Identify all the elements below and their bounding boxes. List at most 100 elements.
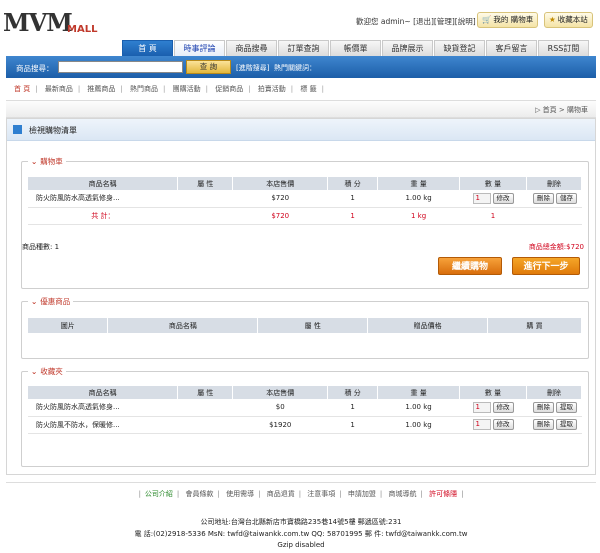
col-name: 商品名稱: [28, 177, 179, 190]
cart-item-points: 1: [327, 190, 378, 208]
col-attr: 屬 性: [177, 177, 234, 190]
take-button[interactable]: 提取: [555, 401, 577, 413]
footer-link[interactable]: 許可條隱: [429, 490, 457, 498]
cart-item-actions: 刪除 儲存: [526, 190, 582, 208]
cart-section: ⌄ 購物車 商品名稱 屬 性 本店售價 積 分 重 量 數 量 刪除 防火防風防水…: [21, 156, 589, 289]
welcome-text: 歡迎您 admin~: [356, 17, 411, 26]
page: MVM MALL 歡迎您 admin~ [退出][管理][說明] 🛒 我的 購物車…: [0, 0, 600, 553]
subnav-new[interactable]: 最新商品: [45, 85, 73, 93]
tab-brands[interactable]: 品牌展示: [382, 40, 433, 56]
admin-link[interactable]: [管理]: [434, 17, 455, 26]
delete-button[interactable]: 刪除: [533, 192, 554, 204]
cart-table: 商品名稱 屬 性 本店售價 積 分 重 量 數 量 刪除 防火防風防水高透氣修身…: [28, 177, 582, 225]
subnav-promo[interactable]: 促銷商品: [215, 85, 243, 93]
fav-item-name[interactable]: 防火防風防水高透氣修身...: [28, 399, 178, 417]
offer-title-text: 優惠商品: [40, 297, 71, 306]
footer-link[interactable]: 公司介紹: [145, 490, 173, 498]
search-label: 商品搜尋：: [16, 64, 54, 73]
subnav-groupbuy[interactable]: 團購活動: [173, 85, 201, 93]
total-price: $720: [232, 207, 328, 225]
footer-gzip: Gzip disabled: [277, 541, 325, 549]
cart-panel: 檢視購物清單 ⌄ 購物車 商品名稱 屬 性 本店售價 積 分 重 量 數 量 刪除…: [6, 118, 596, 475]
take-button[interactable]: 提取: [555, 419, 577, 430]
footer-link[interactable]: 注意事項: [307, 490, 335, 498]
subnav-hot[interactable]: 熱門商品: [130, 85, 158, 93]
continue-shopping-button[interactable]: 繼續購物: [438, 257, 502, 275]
tab-search[interactable]: 商品搜尋: [226, 40, 277, 56]
subnav-home[interactable]: 首 頁: [14, 85, 30, 93]
favorites-table: 商品名稱 屬 性 本店售價 積 分 重 量 數 量 刪除 防火防風防水高透氣修身…: [28, 386, 583, 434]
delete-button[interactable]: 刪除: [532, 401, 554, 413]
favorites-title-text: 收藏夾: [40, 367, 63, 376]
help-link[interactable]: [說明]: [455, 17, 476, 26]
logout-link[interactable]: [退出]: [413, 17, 434, 26]
offer-table: 圖片 商品名稱 屬 性 贈品價格 購 買: [28, 318, 582, 333]
col-delete: 刪除: [526, 386, 583, 399]
col-buy: 購 買: [487, 318, 582, 333]
qty-input[interactable]: 1: [472, 192, 491, 204]
cart-title-text: 購物車: [40, 157, 63, 166]
update-qty-button[interactable]: 修改: [492, 401, 514, 413]
main-nav-tabs: 首 頁 時事評論 商品搜尋 訂單查詢 帳價單 品牌展示 缺貨登記 客戶留言 RS…: [122, 40, 590, 56]
tab-home[interactable]: 首 頁: [122, 40, 173, 56]
search-input[interactable]: [58, 61, 183, 73]
delete-button[interactable]: 刪除: [532, 419, 554, 430]
search-bar: 商品搜尋： 查 詢 [進階搜尋] 熱門關鍵詞：: [6, 56, 596, 78]
hot-keywords-label: 熱門關鍵詞：: [274, 64, 316, 72]
next-step-button[interactable]: 進行下一步: [512, 257, 580, 275]
total-amount: 商品總金額:$720: [528, 243, 584, 251]
site-logo[interactable]: MVM MALL: [3, 8, 103, 40]
tab-orders[interactable]: 訂單查詢: [278, 40, 329, 56]
fav-qty-cell: 1 修改: [459, 399, 527, 417]
tab-bill[interactable]: 帳價單: [330, 40, 381, 56]
tab-message[interactable]: 客戶留言: [486, 40, 537, 56]
col-points: 積 分: [327, 386, 379, 399]
search-button[interactable]: 查 詢: [186, 60, 231, 74]
subnav-recommend[interactable]: 推薦商品: [87, 85, 115, 93]
sub-nav: 首 頁 | 最新商品 | 推薦商品 | 熱門商品 | 團購活動 | 促銷商品 | 拍賣活動 |…: [14, 85, 324, 93]
footer: | 公司介紹 | 會員條款 | 使用需導 | 商品退貨 | 注意事項 | 申請加盟 | 商城導…: [6, 482, 596, 553]
total-qty: 1: [459, 207, 527, 225]
footer-link[interactable]: 商品退貨: [267, 490, 295, 498]
footer-address: 公司地址:台灣台北縣新店市寶橋路235巷14號5樓 郵遞區號:231: [200, 518, 402, 526]
subnav-auction[interactable]: 拍賣活動: [258, 85, 286, 93]
cart-total-row: 共 計： $720 1 1 kg 1: [28, 207, 582, 225]
update-qty-button[interactable]: 修改: [492, 192, 514, 204]
total-weight: 1 kg: [377, 207, 460, 225]
chevron-down-icon: ⌄: [31, 157, 38, 166]
footer-contact: 電 話:(02)2918-5336 MsN: twfd@taiwankk.com…: [134, 530, 468, 538]
qty-input[interactable]: 1: [472, 419, 491, 430]
breadcrumb-text[interactable]: ▷ 首頁 > 購物車: [535, 105, 588, 115]
fav-item-weight: 1.00 kg: [377, 416, 460, 434]
tab-stockout[interactable]: 缺貨登記: [434, 40, 485, 56]
fav-item-name[interactable]: 防火防風不防水，保暖修...: [28, 416, 178, 434]
fav-item-points: 1: [327, 416, 378, 434]
panel-header: 檢視購物清單: [7, 119, 595, 141]
footer-links: | 公司介紹 | 會員條款 | 使用需導 | 商品退貨 | 注意事項 | 申請加盟 | 商城導…: [138, 490, 464, 498]
advanced-search-link[interactable]: [進階搜尋]: [236, 63, 269, 73]
footer-link[interactable]: 會員條款: [186, 490, 214, 498]
subnav-tags[interactable]: 標 籤: [300, 85, 316, 93]
my-cart-button[interactable]: 🛒 我的 購物車: [477, 12, 539, 28]
bookmark-button[interactable]: ★ 收藏本站: [544, 12, 593, 28]
footer-link[interactable]: 申請加盟: [348, 490, 376, 498]
save-button[interactable]: 儲存: [556, 192, 577, 204]
col-qty: 數 量: [459, 177, 527, 190]
total-points: 1: [327, 207, 378, 225]
footer-link[interactable]: 商城導航: [388, 490, 416, 498]
bookmark-label: 收藏本站: [557, 15, 588, 24]
tab-news[interactable]: 時事評論: [174, 40, 225, 56]
qty-input[interactable]: 1: [472, 401, 491, 413]
footer-link[interactable]: 使用需導: [226, 490, 254, 498]
cart-item-name[interactable]: 防火防風防水高透氣修身...: [28, 190, 178, 208]
offer-section: ⌄ 優惠商品 圖片 商品名稱 屬 性 贈品價格 購 買: [21, 296, 589, 359]
tab-rss[interactable]: RSS訂閱: [538, 40, 589, 56]
breadcrumb: ▷ 首頁 > 購物車: [6, 100, 596, 118]
update-qty-button[interactable]: 修改: [492, 419, 514, 430]
col-name: 商品名稱: [107, 318, 259, 333]
cart-item-price: $720: [232, 190, 328, 208]
col-price: 本店售價: [232, 386, 329, 399]
panel-icon: [13, 125, 22, 134]
total-label: 共 計：: [28, 207, 178, 225]
fav-actions: 刪除 提取: [526, 416, 582, 434]
